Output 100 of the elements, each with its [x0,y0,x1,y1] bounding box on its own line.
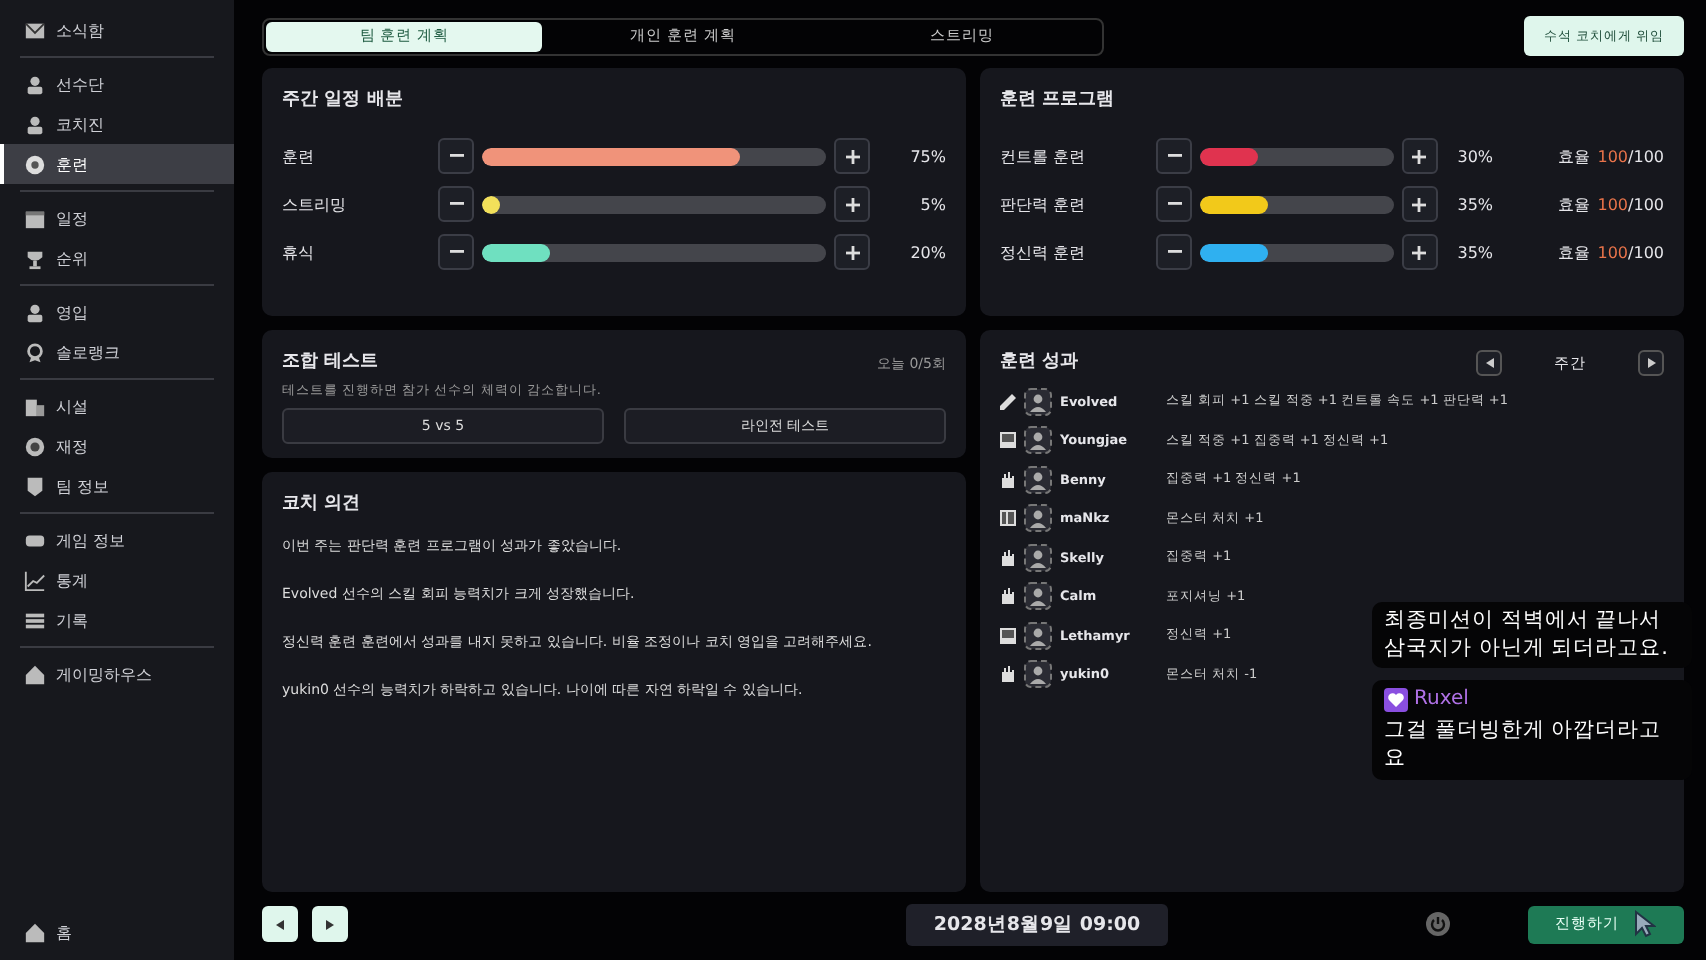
percent-text: 20% [908,243,946,261]
minus-button[interactable] [1156,234,1192,270]
board-icon [1000,510,1016,527]
sidebar-item[interactable]: 게이밍하우스 [0,654,234,694]
plus-icon [845,149,859,163]
minus-icon [449,202,463,206]
sidebar-item[interactable]: 소식함 [0,10,234,50]
slider-track[interactable] [1200,147,1394,165]
row-label: 컨트롤 훈련 [1000,145,1088,167]
sidebar-item[interactable]: 솔로랭크 [0,332,234,372]
left-arrow-icon [276,919,284,929]
efficiency-max: /100 [1628,195,1664,213]
hand-icon [1000,471,1016,488]
chart-icon [24,569,46,591]
hand-icon [1000,588,1016,605]
shield-icon [24,475,46,497]
plus-button[interactable] [834,234,870,270]
minus-icon [1167,202,1181,206]
plus-button[interactable] [1401,138,1438,174]
percent-text: 35% [1455,243,1496,261]
sidebar-item[interactable]: 통계 [0,560,234,600]
building-icon [24,395,46,417]
slider-track[interactable] [482,195,826,213]
house-icon [24,921,46,943]
percent-text: 30% [1455,147,1496,165]
plus-icon [1412,197,1427,211]
minus-button[interactable] [1156,138,1192,174]
chat-username: Ruxel [1414,686,1469,713]
sidebar-item[interactable]: 시설 [0,386,234,426]
trophy-icon [24,247,46,269]
minus-button[interactable] [438,234,474,270]
percent-text: 5% [918,195,946,213]
avatar-icon [1024,621,1052,650]
sidebar-item[interactable]: 영입 [0,292,234,332]
previous-button[interactable] [1476,350,1502,376]
person-icon [24,73,46,95]
plus-icon [845,197,859,211]
sidebar-item[interactable]: 재정 [0,426,234,466]
row-label: 휴식 [282,241,316,263]
book-icon [1000,432,1016,449]
efficiency-label: 효율 [1557,193,1590,215]
efficiency-label: 효율 [1557,145,1590,167]
hand-icon [1000,549,1016,566]
sidebar-item[interactable]: 훈련 [0,144,234,184]
plus-button[interactable] [834,138,870,174]
minus-button[interactable] [1156,186,1192,222]
cursor-icon [1634,910,1657,938]
plus-button[interactable] [1401,186,1438,222]
minus-button[interactable] [438,186,474,222]
minus-icon [449,154,463,158]
slider-track[interactable] [1200,195,1394,213]
sidebar-item[interactable]: 일정 [0,198,234,238]
sidebar-item[interactable]: 순위 [0,238,234,278]
minus-button[interactable] [438,138,474,174]
list-icon [24,609,46,631]
efficiency-max: /100 [1628,147,1664,165]
sidebar-item[interactable]: 게임 정보 [0,520,234,560]
row-label: 판단력 훈련 [1000,193,1088,215]
plus-icon [1412,245,1427,259]
hand-icon [1000,666,1016,683]
panel-title: 주간 일정 배분 [282,88,405,112]
calendar-icon [24,207,46,229]
sidebar-item[interactable]: 코치진 [0,104,234,144]
house-icon [24,663,46,685]
previous-button[interactable] [262,906,298,942]
row-label: 스트리밍 [282,193,348,215]
pencil-icon [1000,393,1016,410]
next-button[interactable] [312,906,348,942]
chat-text: 그걸 풀더빙한게 아깝더라고요 [1384,718,1664,774]
ball-icon [24,153,46,175]
panel-title: 훈련 프로그램 [1000,88,1117,112]
person-icon [24,113,46,135]
avatar-icon [1024,582,1052,611]
next-button[interactable] [1638,350,1664,376]
slider-track[interactable] [1200,243,1394,261]
percent-text: 75% [908,147,946,165]
efficiency-max: /100 [1628,243,1664,261]
efficiency-value: 100 [1597,195,1629,213]
left-arrow-icon [1485,358,1493,368]
panel-title: 코치 의견 [282,492,363,516]
power-icon[interactable] [1426,912,1451,936]
avatar-icon [1024,504,1052,533]
minus-icon [449,250,463,254]
avatar-icon [1024,543,1052,572]
coin-icon [24,435,46,457]
minus-icon [1167,250,1181,254]
slider-track[interactable] [482,243,826,261]
avatar-icon [1024,465,1052,494]
right-arrow-icon [1647,358,1655,368]
sidebar-item[interactable]: 기록 [0,600,234,640]
plus-icon [1412,149,1427,163]
efficiency-value: 100 [1597,243,1629,261]
sidebar-item[interactable]: 선수단 [0,64,234,104]
medal-icon [24,341,46,363]
row-label: 훈련 [282,145,316,167]
slider-track[interactable] [482,147,826,165]
plus-button[interactable] [834,186,870,222]
plus-button[interactable] [1401,234,1438,270]
sidebar-item[interactable]: 팀 정보 [0,466,234,506]
home-item[interactable]: 홈 [0,912,234,952]
